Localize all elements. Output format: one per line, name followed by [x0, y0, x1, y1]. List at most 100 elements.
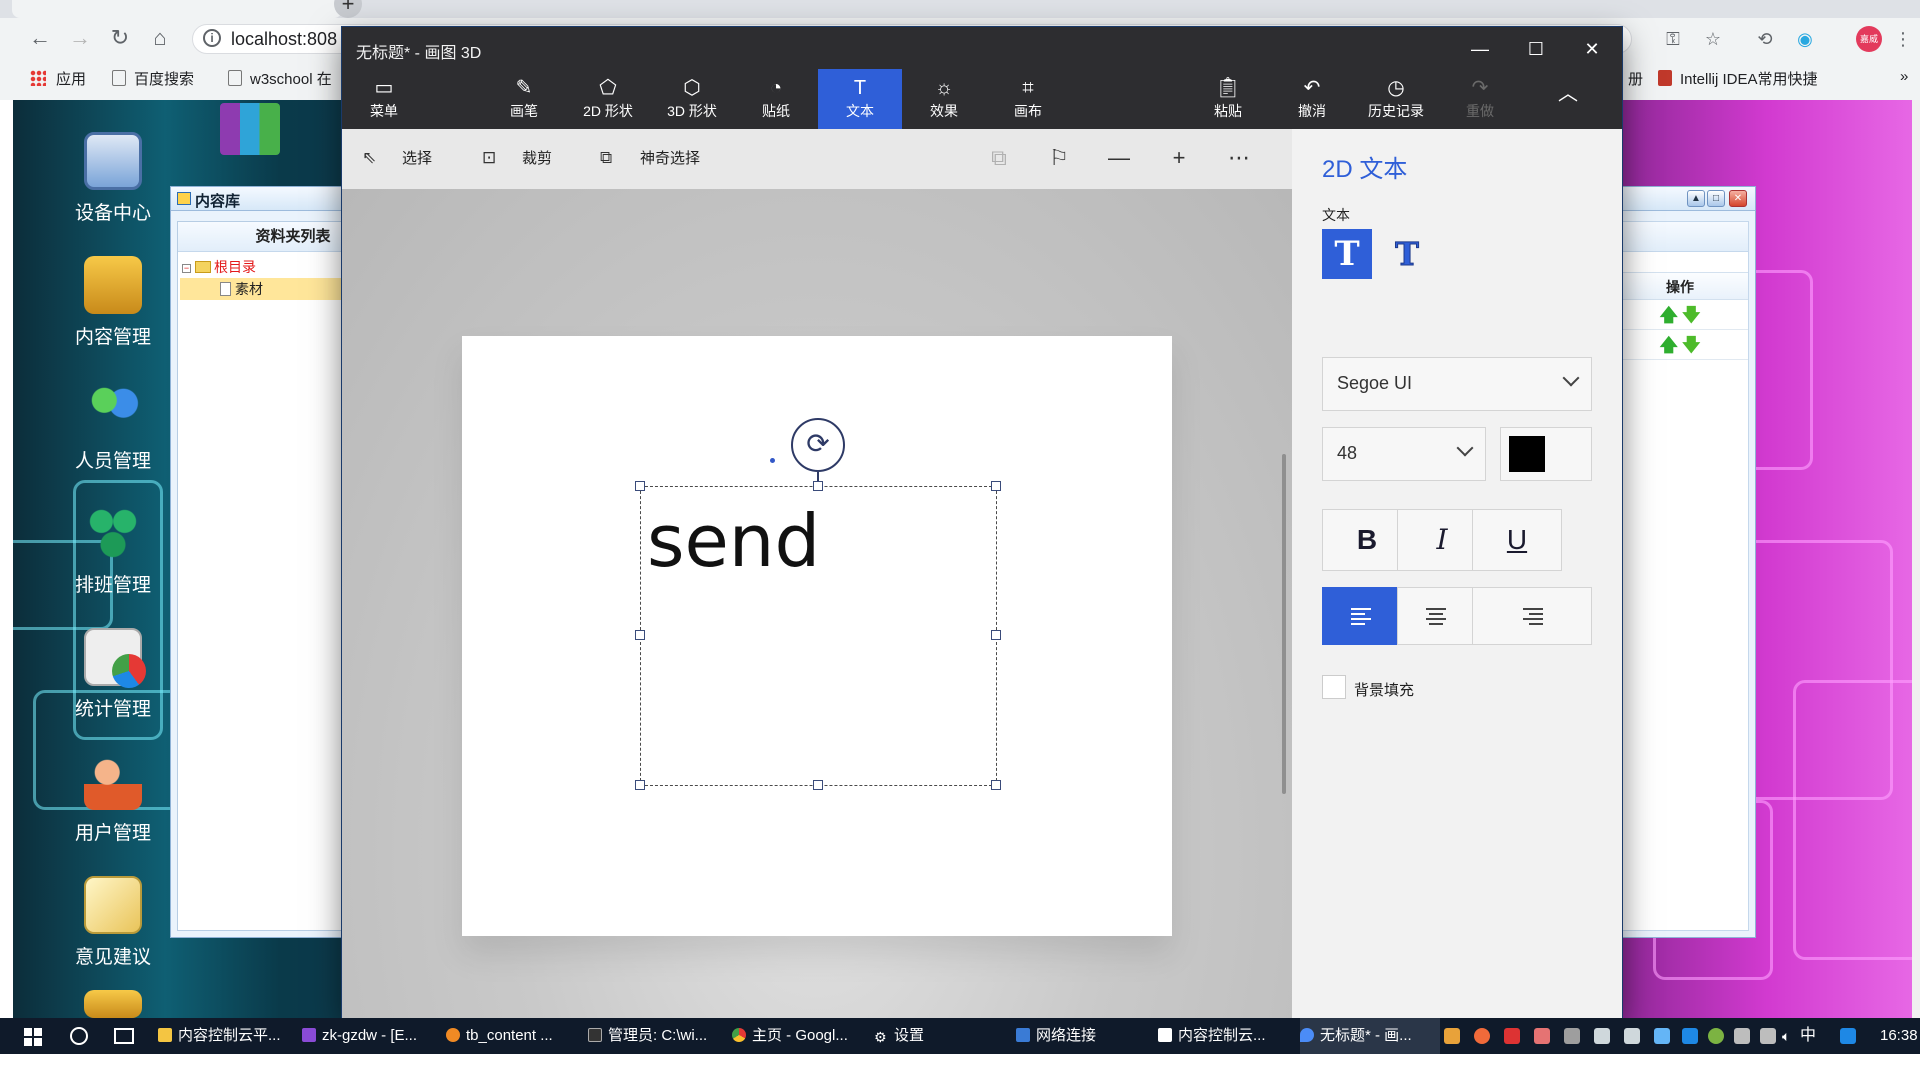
- ribbon-stickers[interactable]: ◔ 贴纸: [734, 69, 818, 129]
- canvas-text[interactable]: send: [647, 505, 820, 577]
- avatar[interactable]: 嘉威: [1856, 26, 1882, 52]
- bookmarks-more[interactable]: »: [1900, 68, 1908, 85]
- taskbar-item[interactable]: 管理员: C:\wi...: [588, 1018, 728, 1054]
- extension-circle-icon[interactable]: ◉: [1792, 26, 1818, 52]
- zoom-in-icon[interactable]: +: [1164, 143, 1194, 173]
- ribbon-text[interactable]: T 文本: [818, 69, 902, 129]
- star-icon[interactable]: ☆: [1700, 26, 1726, 52]
- taskbar-item[interactable]: tb_content ...: [446, 1018, 586, 1054]
- key-icon[interactable]: ⚿: [1660, 26, 1686, 52]
- resize-handle[interactable]: [991, 630, 1001, 640]
- tray-icon[interactable]: [1654, 1028, 1670, 1044]
- desktop-item-content-management[interactable]: 内容管理: [58, 256, 168, 349]
- tray-icon[interactable]: [1708, 1028, 1724, 1044]
- desktop-item-statistics-management[interactable]: 统计管理: [58, 628, 168, 721]
- tray-icon[interactable]: [1594, 1028, 1610, 1044]
- move-up-icon[interactable]: 🡅: [1659, 305, 1678, 325]
- taskbar-item[interactable]: ⚙ 设置: [874, 1018, 1014, 1054]
- ribbon-paste[interactable]: 📋︎ 粘贴: [1186, 69, 1270, 129]
- ime-indicator[interactable]: 中: [1800, 1018, 1816, 1054]
- tray-icon[interactable]: [1624, 1028, 1640, 1044]
- select-tool[interactable]: ⇖ 选择: [362, 147, 432, 168]
- ribbon-redo[interactable]: ↷ 重做: [1438, 69, 1522, 129]
- taskbar-item[interactable]: 内容控制云...: [1158, 1018, 1298, 1054]
- resize-handle[interactable]: [991, 780, 1001, 790]
- workspace-scrollbar[interactable]: [1282, 454, 1286, 794]
- bookmark-w3school[interactable]: w3school 在: [228, 68, 332, 89]
- resize-handle[interactable]: [991, 481, 1001, 491]
- bookmark-baidu[interactable]: 百度搜索: [112, 68, 194, 89]
- desktop-item-user-management[interactable]: 用户管理: [58, 752, 168, 845]
- 3d-view-icon[interactable]: ⧉: [984, 143, 1014, 173]
- align-right-button[interactable]: [1472, 587, 1592, 645]
- align-left-button[interactable]: [1322, 587, 1398, 645]
- ribbon-3d-shapes[interactable]: ⬡ 3D 形状: [650, 69, 734, 129]
- ribbon-undo[interactable]: ↶ 撤消: [1270, 69, 1354, 129]
- move-down-icon[interactable]: 🡇: [1682, 305, 1701, 325]
- collapse-icon[interactable]: −: [182, 264, 191, 273]
- background-fill-checkbox[interactable]: [1322, 675, 1346, 699]
- clock[interactable]: 16:38: [1880, 1018, 1918, 1054]
- taskbar-item[interactable]: 主页 - Googl...: [732, 1018, 872, 1054]
- collapse-ribbon-button[interactable]: ︿: [1538, 69, 1598, 129]
- bookmark-intellij[interactable]: Intellij IDEA常用快捷: [1658, 68, 1818, 89]
- flag-icon[interactable]: ⚐: [1044, 143, 1074, 173]
- more-options-icon[interactable]: ⋯: [1224, 143, 1254, 173]
- close-button[interactable]: ✕: [1564, 31, 1620, 67]
- move-down-icon[interactable]: 🡇: [1682, 335, 1701, 355]
- taskbar-item[interactable]: 内容控制云平...: [158, 1018, 298, 1054]
- font-size-dropdown[interactable]: 48: [1322, 427, 1486, 481]
- home-icon[interactable]: ⌂: [146, 24, 174, 52]
- volume-alert-icon[interactable]: [1534, 1028, 1550, 1044]
- text-box[interactable]: send: [635, 481, 1001, 790]
- back-icon[interactable]: ←: [26, 24, 54, 52]
- taskbar-item[interactable]: zk-gzdw - [E...: [302, 1018, 442, 1054]
- crop-tool[interactable]: ⊡ 裁剪: [482, 147, 552, 168]
- speaker-icon[interactable]: 🔈︎: [1782, 1028, 1798, 1044]
- underline-button[interactable]: U: [1472, 509, 1562, 571]
- desktop-item-staff-management[interactable]: 人员管理: [58, 380, 168, 473]
- desktop-item-device-center[interactable]: 设备中心: [58, 132, 168, 225]
- battery-icon[interactable]: [1734, 1028, 1750, 1044]
- desktop-item-schedule-management[interactable]: 排班管理: [58, 504, 168, 597]
- text-3d-button[interactable]: T: [1386, 233, 1428, 275]
- magic-select-tool[interactable]: ⧉ 神奇选择: [600, 147, 700, 168]
- tray-icon[interactable]: [1444, 1028, 1460, 1044]
- text-color-picker[interactable]: [1500, 427, 1592, 481]
- tray-icon[interactable]: [1504, 1028, 1520, 1044]
- info-icon[interactable]: i: [203, 29, 221, 47]
- ribbon-brushes[interactable]: ✎ 画笔: [482, 69, 566, 129]
- ribbon-history[interactable]: ◷ 历史记录: [1354, 69, 1438, 129]
- desktop-item-partial[interactable]: [58, 990, 168, 1018]
- menu-dots-icon[interactable]: ⋮: [1890, 26, 1916, 52]
- bookmark-partial[interactable]: 册: [1628, 68, 1643, 89]
- minimize-button[interactable]: ▲: [1687, 190, 1705, 207]
- rotate-icon[interactable]: ⟳: [791, 418, 845, 472]
- archive-icon[interactable]: [220, 103, 280, 155]
- ribbon-canvas[interactable]: ⌗ 画布: [986, 69, 1070, 129]
- ribbon-menu[interactable]: ▭ 菜单: [342, 69, 426, 129]
- resize-handle[interactable]: [635, 481, 645, 491]
- tray-icon[interactable]: [1564, 1028, 1580, 1044]
- taskbar-item-active[interactable]: 无标题* - 画...: [1300, 1018, 1440, 1054]
- reload-icon[interactable]: ↻: [106, 24, 134, 52]
- forward-icon[interactable]: →: [66, 24, 94, 52]
- maximize-button[interactable]: ☐: [1508, 31, 1564, 67]
- resize-handle[interactable]: [813, 780, 823, 790]
- cortana-icon[interactable]: [70, 1027, 88, 1045]
- tree-node-root[interactable]: − 根目录: [182, 256, 256, 278]
- drawing-canvas[interactable]: ⟳ send: [462, 336, 1172, 936]
- text-2d-button[interactable]: T: [1322, 229, 1372, 279]
- tray-icon[interactable]: [1474, 1028, 1490, 1044]
- maximize-button[interactable]: □: [1707, 190, 1725, 207]
- bluetooth-icon[interactable]: [1682, 1028, 1698, 1044]
- task-view-icon[interactable]: [114, 1028, 134, 1044]
- zoom-out-icon[interactable]: —: [1104, 143, 1134, 173]
- resize-handle[interactable]: [813, 481, 823, 491]
- taskbar-item[interactable]: 网络连接: [1016, 1018, 1156, 1054]
- move-up-icon[interactable]: 🡅: [1659, 335, 1678, 355]
- windows-start-icon[interactable]: [24, 1028, 42, 1046]
- resize-handle[interactable]: [635, 780, 645, 790]
- bookmark-apps[interactable]: 应用: [30, 68, 86, 89]
- close-button[interactable]: ✕: [1729, 190, 1747, 207]
